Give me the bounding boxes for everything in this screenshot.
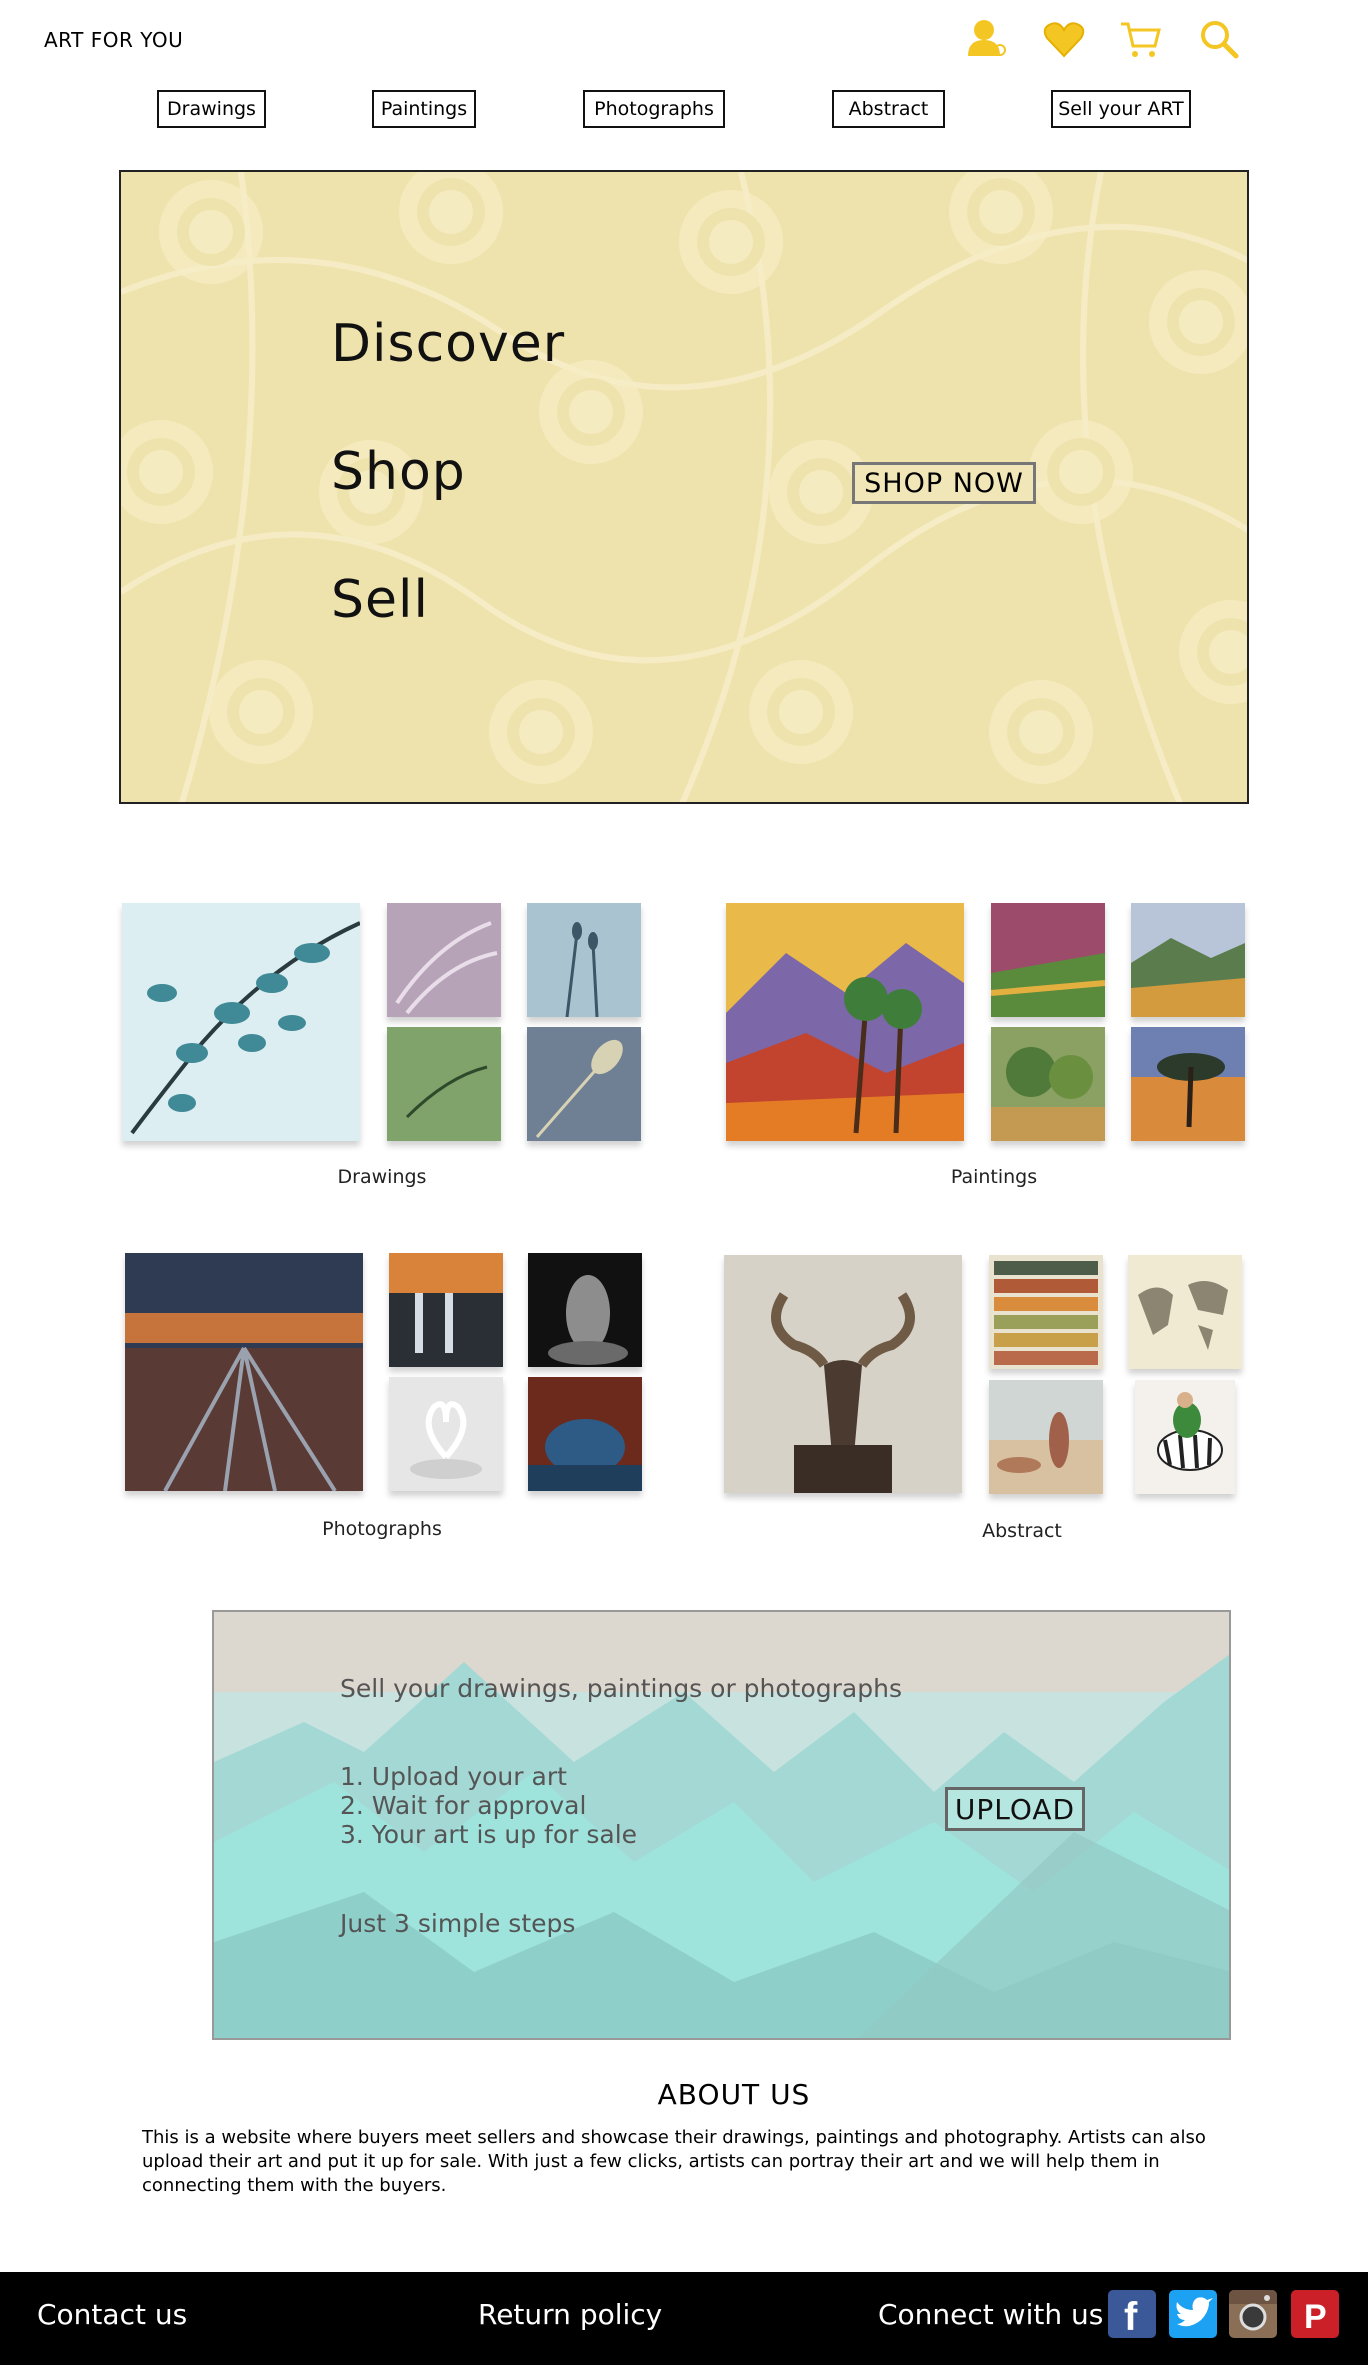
photo-cave-arch-image[interactable]	[528, 1377, 642, 1491]
about-title: ABOUT US	[657, 2078, 811, 2111]
pinterest-icon[interactable]: P	[1291, 2290, 1339, 2338]
painting-palms-image[interactable]	[726, 903, 964, 1141]
nav-paintings[interactable]: Paintings	[372, 90, 476, 128]
sell-banner: Sell your drawings, paintings or photogr…	[212, 1610, 1231, 2040]
abstract-beach-figures-image[interactable]	[989, 1380, 1103, 1494]
twitter-icon[interactable]	[1169, 2290, 1217, 2338]
sell-step-3: 3. Your art is up for sale	[340, 1820, 638, 1849]
upload-button[interactable]: UPLOAD	[945, 1787, 1085, 1831]
footer-contact-link[interactable]: Contact us	[37, 2298, 187, 2331]
hero-word-shop: Shop	[331, 442, 466, 502]
shop-now-button[interactable]: SHOP NOW	[852, 462, 1036, 504]
svg-text:P: P	[1304, 2298, 1327, 2336]
painting-valley-image[interactable]	[1131, 903, 1245, 1017]
heart-icon[interactable]	[1041, 16, 1087, 62]
drawing-blue-stems-image[interactable]	[527, 903, 641, 1017]
about-text: This is a website where buyers meet sell…	[142, 2127, 1206, 2196]
nav-photographs[interactable]: Photographs	[583, 90, 725, 128]
facebook-icon[interactable]: f	[1108, 2290, 1156, 2338]
category-label-abstract[interactable]: Abstract	[922, 1520, 1122, 1542]
footer-return-policy-link[interactable]: Return policy	[478, 2298, 662, 2331]
cart-icon[interactable]	[1118, 16, 1164, 62]
drawing-seed-head-image[interactable]	[527, 1027, 641, 1141]
nav-drawings[interactable]: Drawings	[157, 90, 266, 128]
drawing-leaves-image[interactable]	[122, 903, 360, 1141]
hero-banner: Discover Shop Sell SHOP NOW	[119, 170, 1249, 804]
abstract-zebra-rider-image[interactable]	[1135, 1380, 1235, 1494]
painting-trees-rows-image[interactable]	[991, 903, 1105, 1017]
painting-orchard-image[interactable]	[991, 1027, 1105, 1141]
sell-step-2: 2. Wait for approval	[340, 1791, 587, 1820]
footer-connect-label: Connect with us :	[878, 2298, 1122, 2331]
search-icon[interactable]	[1196, 16, 1242, 62]
sell-heading: Sell your drawings, paintings or photogr…	[340, 1674, 902, 1703]
nav-abstract[interactable]: Abstract	[832, 90, 945, 128]
sell-tagline: Just 3 simple steps	[340, 1909, 576, 1938]
photo-waterfall-image[interactable]	[389, 1253, 503, 1367]
svg-text:f: f	[1124, 2295, 1138, 2338]
nav-sell-your-art[interactable]: Sell your ART	[1051, 90, 1191, 128]
category-label-drawings[interactable]: Drawings	[282, 1166, 482, 1188]
brand-logo[interactable]: ART FOR YOU	[44, 28, 183, 52]
floral-pattern	[121, 172, 1247, 802]
category-label-photographs[interactable]: Photographs	[282, 1518, 482, 1540]
painting-lone-tree-image[interactable]	[1131, 1027, 1245, 1141]
category-label-paintings[interactable]: Paintings	[894, 1166, 1094, 1188]
abstract-world-map-image[interactable]	[1128, 1255, 1242, 1369]
abstract-color-bands-image[interactable]	[989, 1255, 1103, 1369]
user-icon[interactable]	[964, 16, 1010, 62]
photo-swans-image[interactable]	[389, 1377, 503, 1491]
photo-figure-bw-image[interactable]	[528, 1253, 642, 1367]
sell-step-1: 1. Upload your art	[340, 1762, 567, 1791]
drawing-green-grass-image[interactable]	[387, 1027, 501, 1141]
hero-word-sell: Sell	[331, 570, 429, 630]
photo-coast-sunset-image[interactable]	[125, 1253, 363, 1491]
abstract-moose-image[interactable]	[724, 1255, 962, 1493]
hero-word-discover: Discover	[331, 314, 566, 374]
footer: Contact us Return policy Connect with us…	[0, 2272, 1368, 2365]
instagram-icon[interactable]	[1229, 2290, 1277, 2338]
drawing-grass-purple-image[interactable]	[387, 903, 501, 1017]
